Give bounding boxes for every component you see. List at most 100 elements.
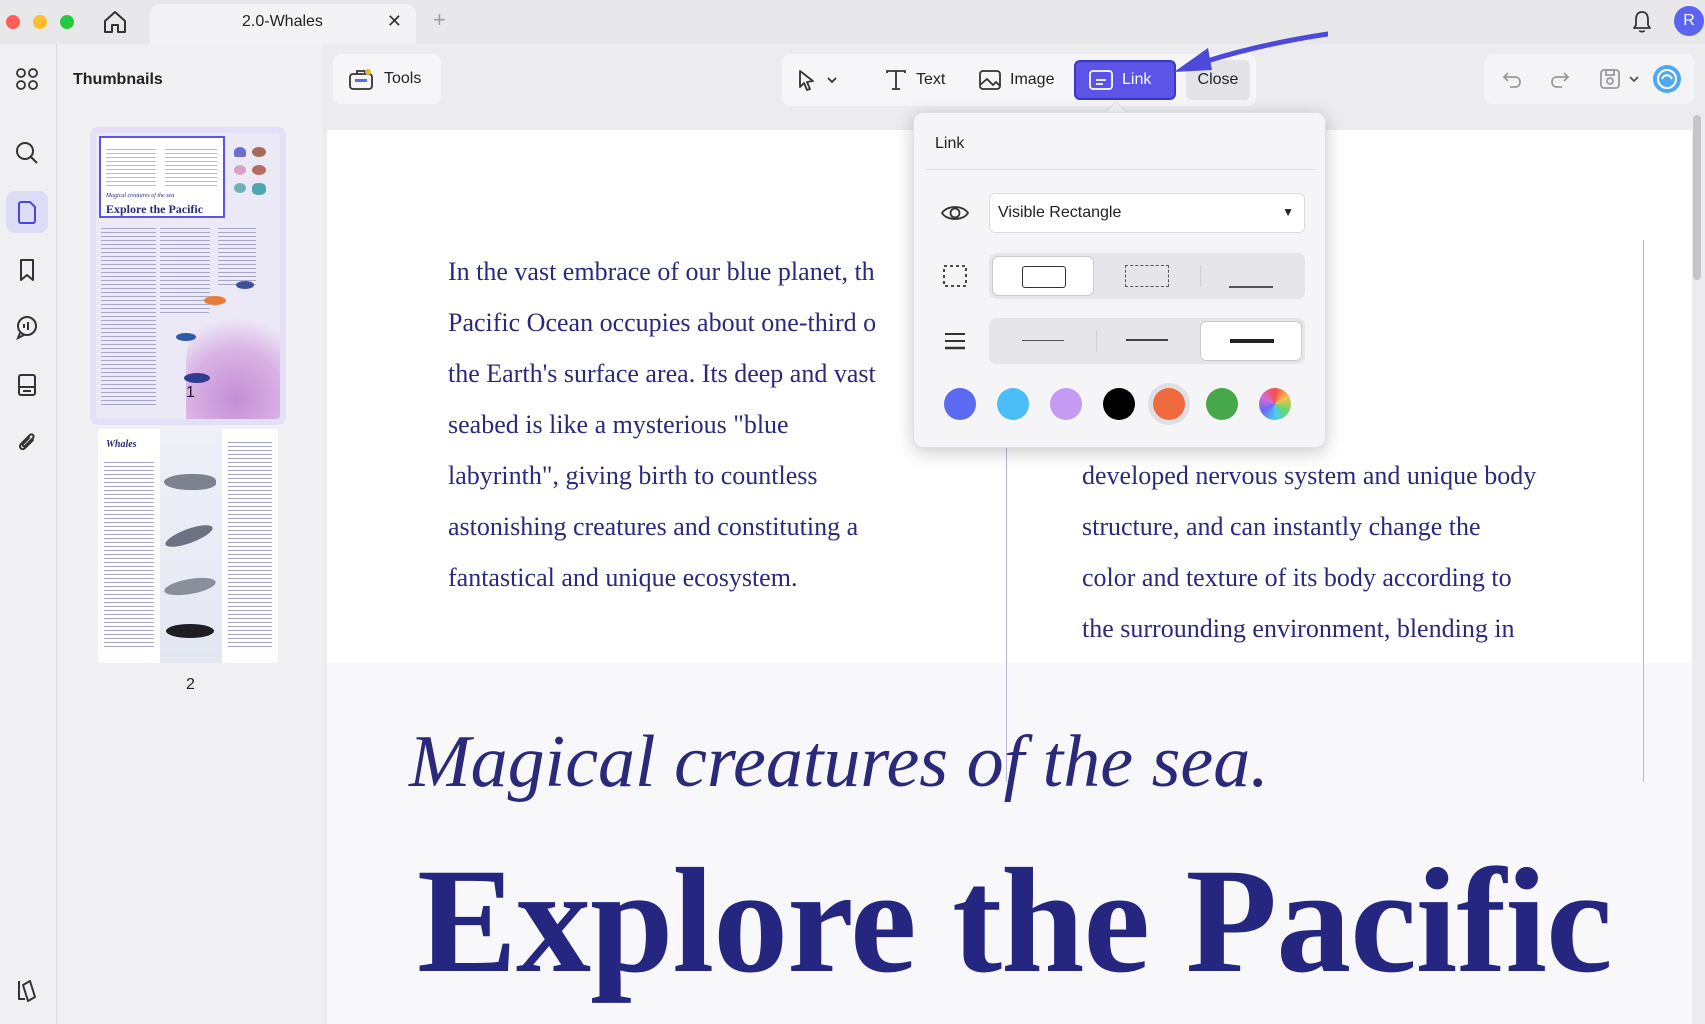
text-t-icon [886, 70, 906, 90]
visibility-select[interactable]: Visible Rectangle ▼ [989, 193, 1305, 233]
thumbnail-2-title: Whales [106, 439, 137, 450]
body-line: developed nervous system and unique body [1082, 461, 1537, 490]
thumbnail-2-text-column [228, 439, 272, 649]
solid-rectangle-icon [1022, 266, 1066, 288]
toolbox-icon [349, 69, 373, 90]
thumbnail-1-creature [252, 183, 266, 195]
select-tool-button[interactable] [796, 60, 854, 100]
underline-icon [1229, 286, 1273, 288]
body-line: seabed is like a mysterious "blue [448, 410, 789, 439]
body-line: Pacific Ocean occupies about one-third o [448, 308, 877, 337]
image-tool-button[interactable]: Image [972, 60, 1060, 100]
comment-icon [16, 316, 37, 340]
attachment-button[interactable] [6, 421, 48, 463]
link-icon [1089, 70, 1113, 90]
comments-button[interactable] [6, 306, 48, 348]
border-style-segmented-control [989, 253, 1305, 299]
thumbnail-1-creature [234, 165, 246, 175]
thickness-medium-option[interactable] [1096, 321, 1198, 361]
new-tab-button[interactable]: + [433, 7, 446, 33]
body-line: fantastical and unique ecosystem. [448, 563, 798, 592]
bookmarks-button[interactable] [6, 249, 48, 291]
body-line: structure, and can instantly change the [1082, 512, 1481, 541]
color-swatch-custom-rainbow[interactable] [1259, 388, 1291, 420]
thumbnail-1-text-column [160, 225, 210, 315]
page-number-1: 1 [186, 384, 195, 401]
column-border [1643, 240, 1644, 782]
thumbnail-1-creature [234, 183, 246, 193]
thumbnail-1-fish [176, 333, 196, 341]
thumbnail-1-header-box: Magical creatures of the sea Explore the… [99, 136, 225, 218]
save-icon[interactable] [1598, 67, 1622, 91]
undo-icon[interactable] [1500, 67, 1524, 91]
page-number-2: 2 [186, 676, 195, 693]
border-style-solid-option[interactable] [992, 256, 1094, 296]
page-thumbnail-2[interactable]: Whales [98, 429, 278, 663]
body-line: color and texture of its body according … [1082, 563, 1512, 592]
layers-icon [18, 980, 36, 1002]
color-swatch-blue[interactable] [944, 388, 976, 420]
close-window-button[interactable] [6, 15, 20, 29]
image-tool-label: Image [1010, 71, 1055, 88]
thumbnail-1-preview: Magical creatures of the sea Explore the… [96, 133, 280, 419]
thumbnail-1-title: Explore the Pacific [106, 202, 204, 216]
border-style-dashed-option[interactable] [1096, 256, 1198, 296]
tools-button[interactable]: Tools [333, 54, 441, 104]
text-tool-label: Text [916, 71, 946, 88]
link-popover: Link Visible Rectangle ▼ [913, 112, 1326, 448]
home-icon[interactable] [101, 8, 129, 36]
color-swatch-black[interactable] [1103, 388, 1135, 420]
link-tool-button[interactable]: Link [1074, 60, 1176, 100]
cursor-arrow-icon [799, 70, 814, 91]
layers-button[interactable] [6, 969, 48, 1011]
color-swatch-green[interactable] [1206, 388, 1238, 420]
color-swatch-orange[interactable] [1153, 388, 1185, 420]
thickness-segmented-control [989, 318, 1305, 364]
annotation-arrow-icon [1174, 31, 1328, 72]
attachments-pages-button[interactable] [6, 364, 48, 406]
user-avatar[interactable]: R [1674, 6, 1704, 36]
thumbnail-1-text-column [101, 225, 156, 405]
popover-divider [926, 169, 1315, 170]
paperclip-icon [18, 433, 35, 451]
chevron-down-icon [827, 77, 837, 84]
thumbnail-1-text-column [218, 225, 256, 285]
search-button[interactable] [6, 132, 48, 174]
thumbnail-1-fish [204, 296, 226, 305]
link-tool-label: Link [1122, 71, 1152, 88]
thumbnail-2-whale [166, 624, 214, 638]
text-tool-button[interactable]: Text [878, 60, 954, 100]
tools-label: Tools [384, 70, 422, 87]
color-swatch-light-blue[interactable] [997, 388, 1029, 420]
body-line: labyrinth", giving birth to countless [448, 461, 818, 490]
notification-bell-icon[interactable] [1630, 9, 1654, 35]
maximize-window-button[interactable] [60, 15, 74, 29]
thickness-thick-option[interactable] [1200, 321, 1302, 361]
thumbnail-1-creature [234, 147, 246, 157]
apps-grid-button[interactable] [6, 58, 48, 100]
thickness-thin-option[interactable] [992, 321, 1094, 361]
document-tab-title: 2.0-Whales [242, 13, 323, 30]
thumbnail-1-coral-illustration [186, 303, 280, 419]
border-style-icon [943, 265, 967, 287]
thumbnails-button[interactable] [6, 191, 48, 233]
minimize-window-button[interactable] [33, 15, 47, 29]
redo-icon[interactable] [1548, 67, 1572, 91]
ai-assistant-icon[interactable] [1652, 64, 1682, 94]
document-tab[interactable]: 2.0-Whales ✕ [150, 4, 416, 44]
thumbnail-2-text-column [104, 459, 154, 649]
thumbnail-1-creature-icons [232, 147, 272, 197]
close-tab-icon[interactable]: ✕ [387, 11, 402, 32]
border-style-underline-option[interactable] [1200, 256, 1302, 296]
link-popover-title: Link [935, 135, 965, 152]
page-thumbnail-1[interactable]: Magical creatures of the sea Explore the… [90, 127, 286, 425]
dropdown-arrow-icon: ▼ [1282, 205, 1294, 219]
search-icon [16, 142, 38, 164]
thick-line-icon [1230, 339, 1274, 343]
document-subtitle: Magical creatures of the sea. [409, 721, 1269, 803]
image-icon [979, 70, 1001, 90]
vertical-scrollbar[interactable] [1693, 115, 1701, 280]
thumbnail-2-whale [163, 574, 217, 599]
color-swatch-lavender[interactable] [1050, 388, 1082, 420]
chevron-down-icon[interactable] [1628, 67, 1640, 91]
